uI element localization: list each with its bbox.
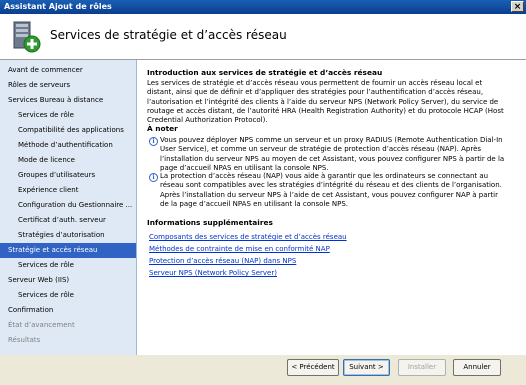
step-services-bureau-a-distance[interactable]: Services Bureau à distance (0, 93, 136, 108)
step-services-de-role-npas[interactable]: Services de rôle (0, 258, 136, 273)
close-button[interactable]: × (511, 1, 524, 12)
step-compatibilite-applications[interactable]: Compatibilité des applications (0, 123, 136, 138)
link-methodes-contrainte-nap[interactable]: Méthodes de contrainte de mise en confor… (149, 245, 330, 253)
more-info-title: Informations supplémentaires (147, 218, 273, 227)
step-avant-de-commencer[interactable]: Avant de commencer (0, 63, 136, 78)
link-nap-dans-nps[interactable]: Protection d’accès réseau (NAP) dans NPS (149, 257, 296, 265)
title-bar: Assistant Ajout de rôles × (0, 0, 526, 14)
info-icon: i (149, 173, 158, 182)
step-methode-authentification[interactable]: Méthode d’authentification (0, 138, 136, 153)
button-bar (0, 355, 526, 385)
step-strategie-acces-reseau[interactable]: Stratégie et accès réseau (0, 243, 136, 258)
link-composants-npas[interactable]: Composants des services de stratégie et … (149, 233, 347, 241)
intro-title: Introduction aux services de stratégie e… (147, 68, 383, 77)
step-resultats: Résultats (8, 336, 41, 344)
step-certificat-auth-serveur[interactable]: Certificat d’auth. serveur (0, 213, 136, 228)
note-nap: La protection d’accès réseau (NAP) vous … (160, 172, 502, 208)
cancel-button[interactable]: Annuler (453, 359, 501, 376)
step-services-de-role[interactable]: Services de rôle (0, 108, 136, 123)
link-serveur-nps[interactable]: Serveur NPS (Network Policy Server) (149, 269, 277, 277)
step-services-de-role-iis[interactable]: Services de rôle (0, 288, 136, 303)
step-confirmation[interactable]: Confirmation (0, 303, 136, 318)
step-mode-de-licence[interactable]: Mode de licence (0, 153, 136, 168)
step-serveur-web-iis[interactable]: Serveur Web (IIS) (0, 273, 136, 288)
step-groupes-utilisateurs[interactable]: Groupes d’utilisateurs (0, 168, 136, 183)
page-title: Services de stratégie et d’accès réseau (50, 28, 287, 42)
window-title: Assistant Ajout de rôles (4, 2, 112, 11)
step-etat-avancement: État d’avancement (8, 321, 75, 329)
install-button: Installer (398, 359, 446, 376)
wizard-window: Assistant Ajout de rôles × Services de s… (0, 0, 526, 385)
info-icon: i (149, 137, 158, 146)
step-roles-de-serveurs[interactable]: Rôles de serveurs (0, 78, 136, 93)
step-configuration-gestionnaire[interactable]: Configuration du Gestionnaire ... (0, 198, 136, 213)
note-nps: Vous pouvez déployer NPS comme un serveu… (160, 136, 505, 172)
page-header: Services de stratégie et d’accès réseau (0, 14, 526, 60)
wizard-steps-sidebar: Avant de commencer Rôles de serveurs Ser… (0, 60, 137, 355)
intro-text: Les services de stratégie et d’accès rés… (147, 79, 504, 125)
next-button[interactable]: Suivant > (343, 359, 390, 376)
step-experience-client[interactable]: Expérience client (0, 183, 136, 198)
server-add-icon (13, 21, 41, 53)
notes-title: À noter (147, 124, 178, 133)
main-content: Introduction aux services de stratégie e… (137, 60, 526, 355)
step-strategies-autorisation[interactable]: Stratégies d’autorisation (0, 228, 136, 243)
previous-button[interactable]: < Précédent (287, 359, 339, 376)
